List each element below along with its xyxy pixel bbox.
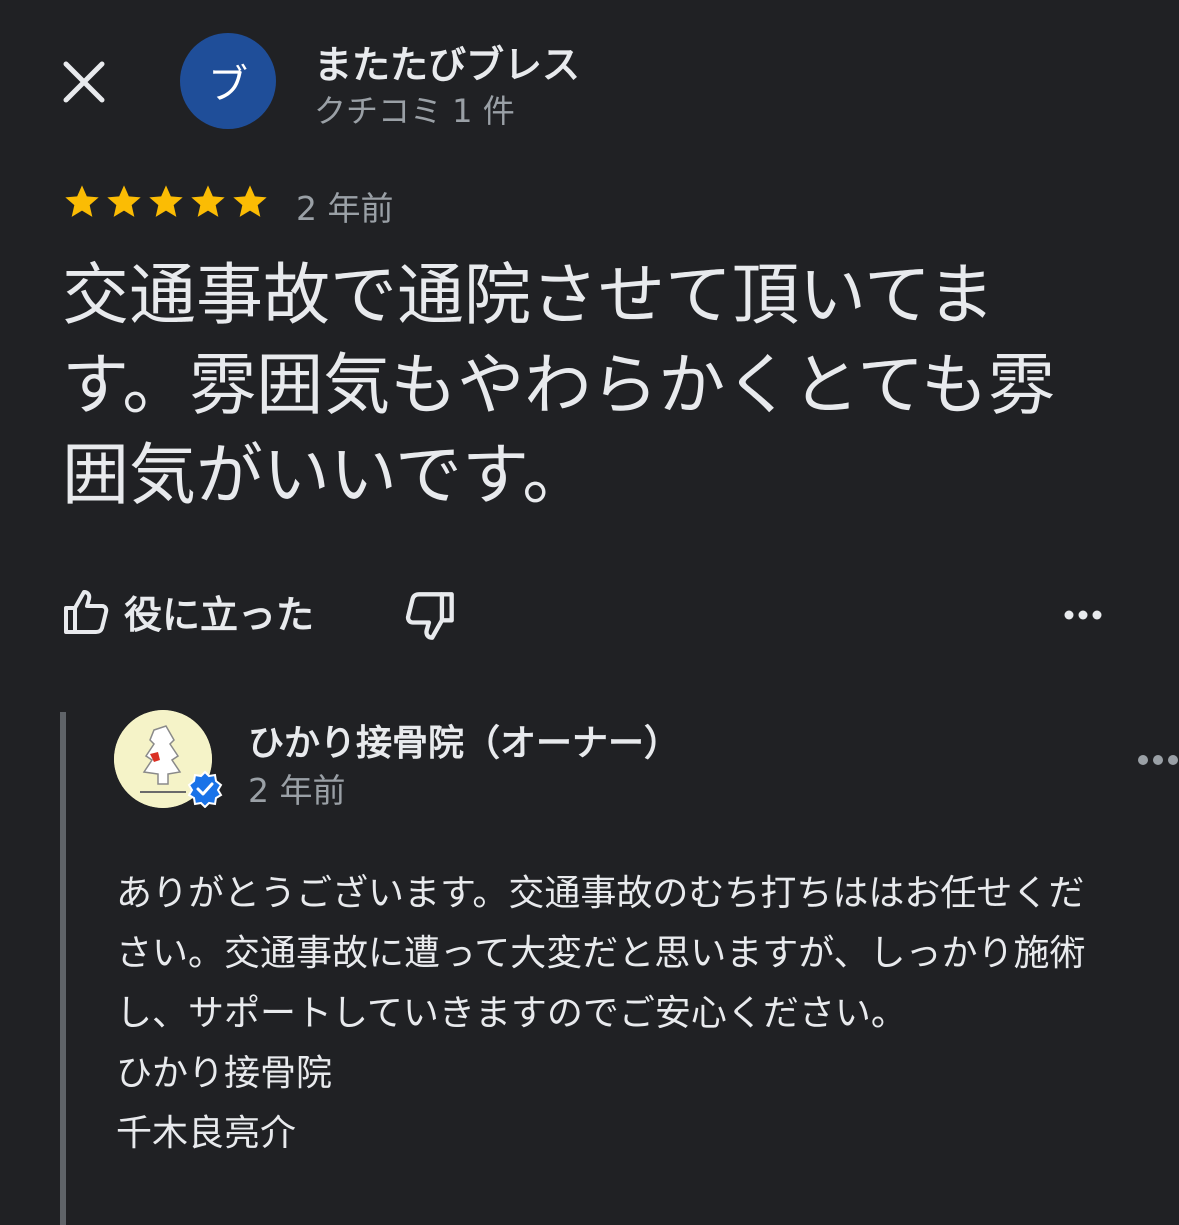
reply-clinic-name: ひかり接骨院 [116, 1053, 333, 1094]
star-icon [65, 185, 99, 217]
reviewer-avatar[interactable]: ブ [180, 33, 276, 129]
review-count: クチコミ 1 件 [314, 92, 515, 130]
reply-paragraph: ありがとうございます。交通事故のむち打ちははお任せください。交通事故に遭って大変… [116, 873, 1086, 1034]
star-icon [149, 185, 183, 217]
more-horiz-icon [1064, 610, 1102, 620]
helpful-label: 役に立った [124, 593, 315, 637]
star-icon [191, 185, 225, 217]
reply-signature: 千木良亮介 [116, 1113, 297, 1154]
avatar-letter: ブ [208, 62, 248, 108]
reviewer-name[interactable]: またたびブレス [314, 34, 580, 89]
more-horiz-icon [1138, 755, 1178, 765]
reply-indent-bar [60, 712, 66, 1225]
not-helpful-button[interactable] [404, 590, 456, 642]
reply-time: 2 年前 [248, 771, 346, 810]
thumbs-down-icon [405, 592, 454, 640]
close-button[interactable] [58, 56, 110, 108]
helpful-button[interactable]: 役に立った [62, 584, 314, 639]
reply-more-button[interactable] [1136, 748, 1179, 772]
reply-text: ありがとうございます。交通事故のむち打ちははお任せください。交通事故に遭って大変… [116, 864, 1116, 1164]
owner-name[interactable]: ひかり接骨院（オーナー） [248, 714, 680, 766]
thumbs-up-icon [64, 589, 109, 634]
star-icon [107, 185, 141, 217]
star-rating [62, 182, 270, 222]
close-icon [63, 61, 105, 103]
star-icon [233, 185, 267, 217]
review-text: 交通事故で通院させて頂いてます。雰囲気もやわらかくとても雰囲気がいいです。 [62, 256, 1055, 514]
review-time: 2 年前 [296, 189, 394, 228]
verified-badge-icon [186, 770, 224, 809]
review-more-button[interactable] [1062, 602, 1104, 628]
